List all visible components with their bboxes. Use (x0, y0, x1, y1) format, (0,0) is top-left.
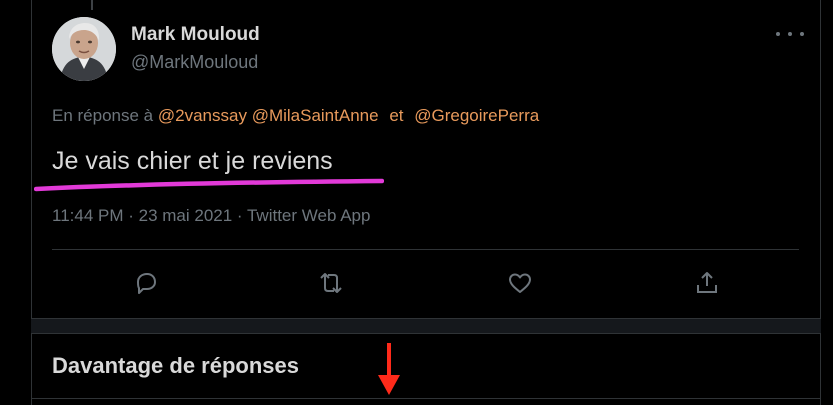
mention-link[interactable]: @GregoirePerra (414, 106, 539, 125)
more-replies-heading: Davantage de réponses (52, 353, 299, 378)
dot-icon (788, 32, 792, 36)
more-options-button[interactable] (776, 24, 804, 44)
tweet-text: Je vais chier et je reviens (52, 147, 333, 175)
author-name[interactable]: Mark Mouloud (131, 24, 260, 46)
author-handle[interactable]: @MarkMouloud (131, 52, 258, 73)
reply-context: En réponse à @2vanssay @MilaSaintAnne et… (52, 106, 539, 126)
like-button[interactable] (505, 268, 535, 298)
thread-connector-line (91, 0, 93, 10)
divider (52, 249, 799, 250)
retweet-icon (320, 273, 342, 293)
reply-button[interactable] (130, 268, 160, 298)
reply-prefix: En réponse à (52, 106, 154, 125)
mention-link[interactable]: @2vanssay (158, 106, 247, 125)
reply-icon (137, 273, 156, 294)
retweet-button[interactable] (316, 268, 346, 298)
like-icon (509, 273, 531, 293)
dot-icon (776, 32, 780, 36)
share-icon (697, 272, 717, 293)
highlight-underline (34, 178, 384, 192)
tweet-timestamp[interactable]: 11:44 PM · 23 mai 2021 · Twitter Web App (52, 206, 370, 226)
arrow-down-icon (378, 343, 400, 395)
avatar[interactable] (52, 17, 116, 81)
share-button[interactable] (692, 268, 722, 298)
divider (31, 398, 821, 399)
mention-link[interactable]: @MilaSaintAnne (252, 106, 379, 125)
reply-connector: et (389, 106, 404, 125)
dot-icon (800, 32, 804, 36)
section-separator (31, 318, 821, 334)
